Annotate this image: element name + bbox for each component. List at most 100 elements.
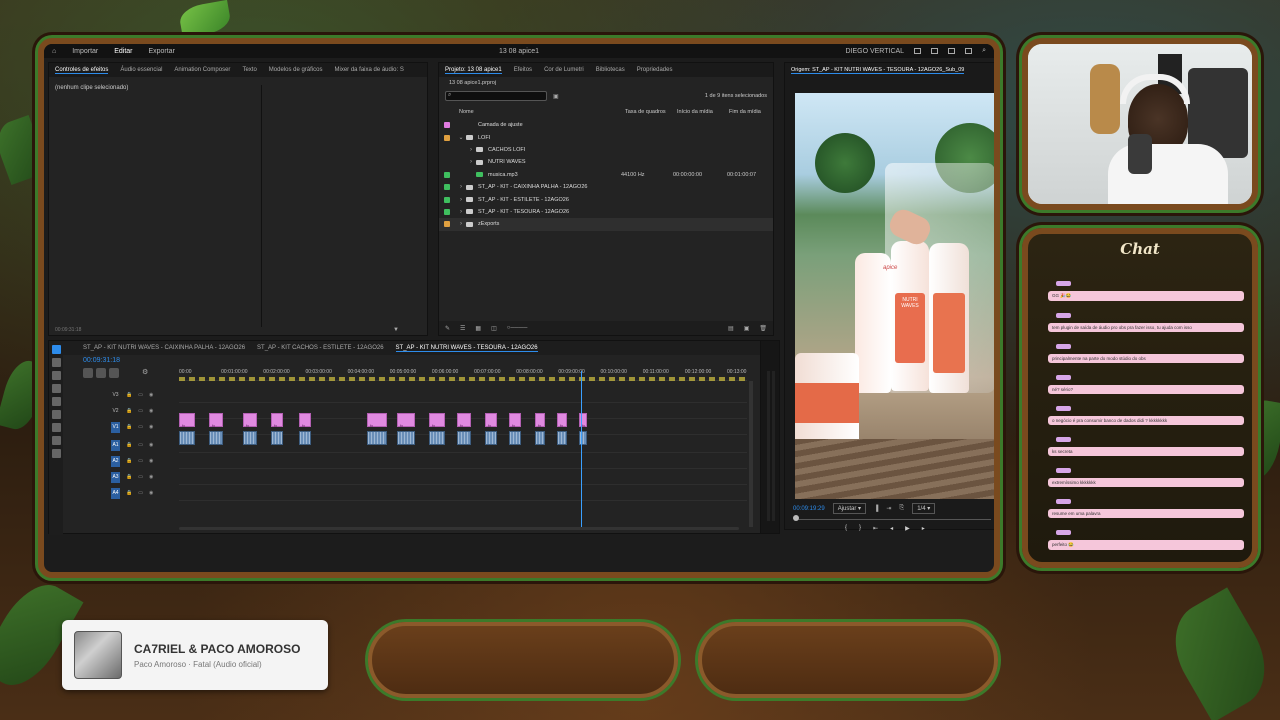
- project-row[interactable]: › NUTRI WAVES: [439, 156, 773, 168]
- eye-icon[interactable]: ◉: [149, 442, 153, 448]
- track-label[interactable]: V1: [111, 421, 120, 433]
- mark-in-icon[interactable]: {: [845, 525, 847, 532]
- video-clip[interactable]: fx: [557, 413, 567, 428]
- export-frame-icon[interactable]: ⎘: [899, 505, 904, 512]
- video-clip[interactable]: fx: [243, 413, 257, 428]
- project-row[interactable]: › ST_AP - KIT - ESTILETE - 12AGO26: [439, 193, 773, 205]
- workspace-label[interactable]: DIEGO VERTICAL: [845, 48, 904, 55]
- audio-clip[interactable]: [271, 431, 283, 445]
- freeform-view-icon[interactable]: ◫: [491, 325, 497, 332]
- wrench-icon[interactable]: ⚙: [142, 368, 152, 378]
- video-clip[interactable]: fx: [457, 413, 471, 428]
- expand-chevron-icon[interactable]: ›: [456, 197, 466, 203]
- track-label[interactable]: V2: [111, 406, 120, 417]
- project-row[interactable]: › ST_AP - KIT - TESOURA - 12AGO26: [439, 206, 773, 218]
- audio-clip[interactable]: [243, 431, 257, 445]
- video-clip[interactable]: fx: [367, 413, 387, 428]
- ripple-edit-icon[interactable]: [51, 371, 61, 380]
- lock-icon[interactable]: 🔒: [126, 424, 132, 430]
- tab-lumetri[interactable]: Cor de Lumetri: [544, 67, 584, 73]
- new-bin-icon[interactable]: ▤: [728, 325, 734, 332]
- fit-dropdown[interactable]: Ajustar ▾: [832, 503, 867, 514]
- track-label[interactable]: A1: [111, 439, 120, 451]
- eye-icon[interactable]: ◉: [149, 458, 153, 464]
- audio-clip[interactable]: [179, 431, 195, 445]
- lock-icon[interactable]: 🔒: [126, 392, 132, 398]
- step-forward-icon[interactable]: ▸: [922, 525, 925, 532]
- sync-icon[interactable]: ▭: [138, 458, 143, 464]
- playhead[interactable]: [580, 371, 582, 529]
- overwrite-icon[interactable]: ⇥: [886, 505, 891, 512]
- sync-icon[interactable]: ▭: [138, 490, 143, 496]
- lock-icon[interactable]: 🔒: [126, 408, 132, 414]
- audio-clip[interactable]: [367, 431, 387, 445]
- step-back-icon[interactable]: ◂: [890, 525, 893, 532]
- expand-chevron-icon[interactable]: ›: [456, 221, 466, 227]
- eye-icon[interactable]: ◉: [149, 424, 153, 430]
- audio-clip[interactable]: [485, 431, 497, 445]
- tab-sequence-caixinha[interactable]: ST_AP - KIT NUTRI WAVES - CAIXINHA PALHA…: [83, 345, 245, 351]
- tab-text[interactable]: Texto: [242, 67, 256, 73]
- fullscreen-icon[interactable]: [965, 48, 973, 54]
- audio-clip[interactable]: [535, 431, 545, 445]
- project-row[interactable]: › CACHOS LOFI: [439, 144, 773, 156]
- col-framerate[interactable]: Taxa de quadros: [625, 109, 666, 115]
- selection-tool-icon[interactable]: [51, 345, 61, 354]
- pencil-icon[interactable]: ✎: [445, 325, 450, 332]
- icon-view-icon[interactable]: ▦: [475, 325, 481, 332]
- tab-essential-audio[interactable]: Áudio essencial: [120, 67, 162, 73]
- eye-icon[interactable]: ◉: [149, 474, 153, 480]
- go-to-in-icon[interactable]: ⇤: [873, 525, 878, 532]
- audio-clip[interactable]: [429, 431, 445, 445]
- scrubber-handle[interactable]: [793, 515, 799, 521]
- video-clip[interactable]: fx: [429, 413, 445, 428]
- nest-icon[interactable]: [83, 368, 93, 378]
- col-media-start[interactable]: Início da mídia: [677, 109, 713, 115]
- sync-icon[interactable]: ▭: [138, 392, 143, 398]
- expand-chevron-icon[interactable]: ›: [466, 159, 476, 165]
- video-clip[interactable]: fx: [535, 413, 545, 428]
- lock-icon[interactable]: 🔒: [126, 474, 132, 480]
- tab-animation-composer[interactable]: Animation Composer: [174, 67, 230, 73]
- project-row[interactable]: Camada de ajuste: [439, 119, 773, 131]
- video-clip[interactable]: fx: [299, 413, 311, 428]
- track-label[interactable]: A3: [111, 471, 120, 483]
- tab-audio-mixer[interactable]: Mixer da faixa de áudio: S: [334, 67, 403, 73]
- search-icon[interactable]: ⌕: [982, 47, 986, 55]
- snap-icon[interactable]: [96, 368, 106, 378]
- quick-export-icon[interactable]: [948, 48, 956, 54]
- audio-clip[interactable]: [457, 431, 471, 445]
- insert-icon[interactable]: ▐: [874, 506, 878, 512]
- eye-icon[interactable]: ◉: [149, 408, 153, 414]
- play-icon[interactable]: ▶: [905, 525, 910, 532]
- video-clip[interactable]: fx: [485, 413, 497, 428]
- project-row[interactable]: musica.mp3 44100 Hz 00:00:00:00 00:01:00:07: [439, 169, 773, 181]
- nav-export[interactable]: Exportar: [148, 48, 174, 55]
- project-row[interactable]: › zExports: [439, 218, 773, 231]
- filter-icon[interactable]: ▼: [393, 327, 399, 333]
- audio-clip[interactable]: [509, 431, 521, 445]
- monitor-scrubber[interactable]: [795, 519, 991, 520]
- tab-sequence-estilete[interactable]: ST_AP - KIT CACHOS - ESTILETE - 12AGO26: [257, 345, 383, 351]
- trash-icon[interactable]: 🗑: [759, 325, 767, 332]
- audio-clip[interactable]: [557, 431, 567, 445]
- track-label[interactable]: A4: [111, 487, 120, 499]
- expand-chevron-icon[interactable]: ›: [456, 209, 466, 215]
- project-row[interactable]: ⌄ LOFI: [439, 131, 773, 143]
- track-label[interactable]: A2: [111, 455, 120, 467]
- expand-chevron-icon[interactable]: ›: [456, 184, 466, 190]
- layout-icon[interactable]: [914, 48, 922, 54]
- new-item-icon[interactable]: ▣: [744, 325, 750, 332]
- track-select-icon[interactable]: [51, 358, 61, 367]
- list-view-icon[interactable]: ☰: [460, 325, 465, 332]
- tab-graphic-templates[interactable]: Modelos de gráficos: [269, 67, 323, 73]
- resolution-dropdown[interactable]: 1/4 ▾: [912, 503, 936, 514]
- tab-effect-controls[interactable]: Controles de efeitos: [55, 67, 109, 74]
- col-name[interactable]: Nome: [459, 109, 474, 115]
- timeline-scrollbar[interactable]: [179, 527, 739, 530]
- search-input[interactable]: ⌕: [445, 91, 547, 101]
- sync-icon[interactable]: ▭: [138, 474, 143, 480]
- tab-properties[interactable]: Propriedades: [637, 67, 673, 73]
- sync-icon[interactable]: ▭: [138, 408, 143, 414]
- nav-edit[interactable]: Editar: [114, 48, 132, 55]
